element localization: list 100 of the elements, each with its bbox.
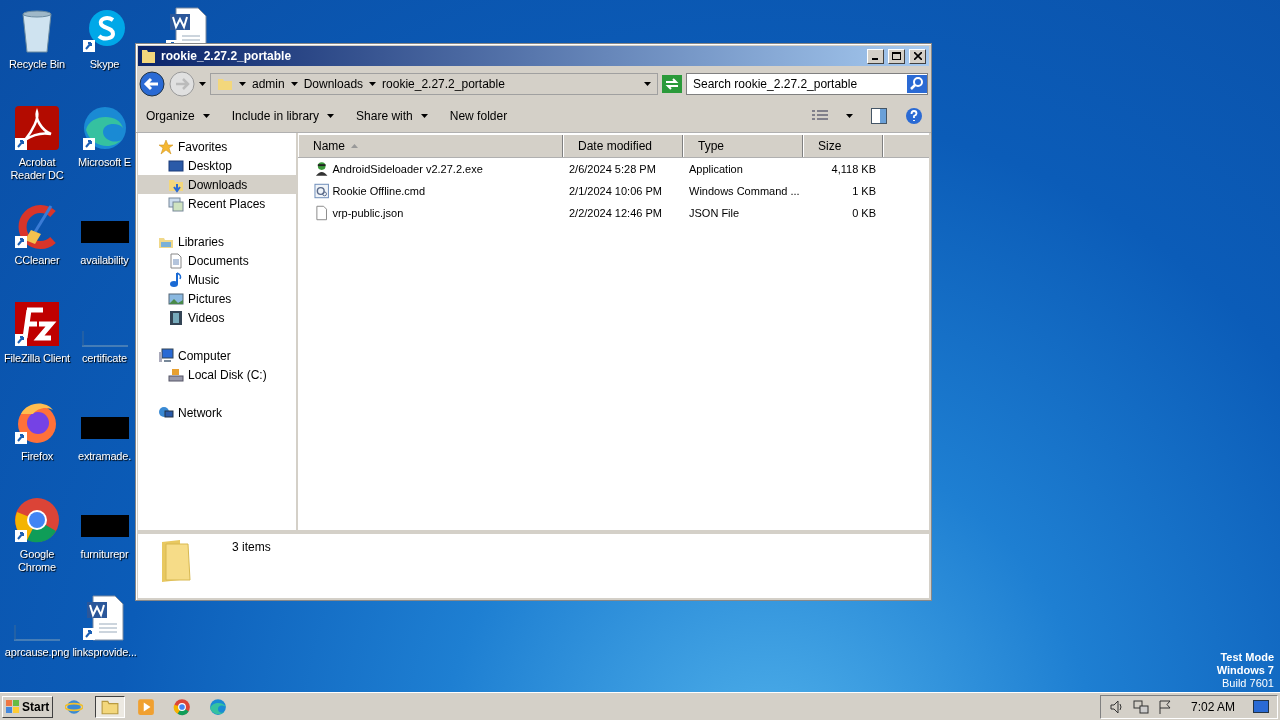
date-cell-text: 2/6/2024 5:28 PM — [568, 163, 657, 175]
desktop-icon-label[interactable]: Firefox — [20, 450, 54, 463]
column-header[interactable]: Type — [683, 135, 803, 157]
image-thumbnail — [81, 331, 128, 347]
desktop-icon — [168, 157, 184, 174]
redacted-thumbnail — [80, 221, 129, 243]
desktop-icon-label[interactable]: Acrobat Reader DC — [1, 156, 73, 182]
caret-icon — [199, 82, 206, 86]
preview-pane-icon[interactable] — [871, 108, 887, 124]
nav-item[interactable]: Downloads — [138, 175, 296, 194]
caret-icon — [846, 114, 853, 118]
item-count: 3 items — [232, 540, 271, 554]
desktop-icon-label[interactable]: aprcause.png — [4, 646, 70, 659]
nav-item[interactable]: Videos — [138, 308, 296, 327]
star-icon — [158, 138, 174, 155]
desktop-icon-label[interactable]: CCleaner — [14, 254, 60, 267]
acrobat-icon — [13, 104, 61, 152]
desktop-icon-label[interactable]: extramade. — [78, 450, 131, 463]
taskbar-app[interactable] — [95, 695, 126, 718]
desktop-icon-label[interactable]: Recycle Bin — [9, 58, 65, 71]
caret-icon — [239, 82, 246, 86]
desktop-icon-label[interactable]: FileZilla Client — [4, 352, 70, 365]
toolbar-button[interactable]: Organize — [144, 107, 212, 125]
size-cell-text: 1 KB — [851, 185, 877, 197]
desktop-icon-label[interactable]: Microsoft E — [78, 156, 131, 169]
image-thumbnail — [14, 625, 60, 641]
caret-icon — [327, 114, 335, 118]
nav-item[interactable]: Pictures — [138, 289, 296, 308]
caret-icon — [644, 82, 651, 86]
desktop-icon-label[interactable]: furniturepr — [80, 548, 129, 561]
speaker-icon[interactable] — [1108, 698, 1125, 715]
windows-logo-icon — [6, 699, 20, 714]
column-header[interactable]: Size — [803, 135, 883, 157]
nav-item[interactable]: Recent Places — [138, 194, 296, 213]
search-icon — [907, 75, 927, 93]
back-button[interactable] — [139, 71, 165, 97]
nav-item[interactable]: Computer — [138, 346, 296, 365]
flag-icon[interactable] — [1156, 698, 1173, 715]
search-field[interactable]: Search rookie_2.27.2_portable — [686, 73, 928, 95]
redacted-thumbnail — [80, 417, 129, 439]
sort-arrow-icon — [351, 144, 358, 148]
minimize-button[interactable] — [867, 48, 884, 64]
nav-item[interactable]: Music — [138, 270, 296, 289]
nav-item[interactable]: Libraries — [138, 232, 296, 251]
toolbar-button[interactable]: Include in library — [229, 107, 337, 125]
breadcrumb-item[interactable]: admin — [252, 77, 285, 91]
nav-item[interactable]: Local Disk (C:) — [138, 365, 296, 384]
breadcrumb-item[interactable]: rookie_2.27.2_portable — [382, 77, 505, 91]
address-bar[interactable]: admin Downloads rookie_2.27.2_portable — [210, 73, 658, 95]
network-icon[interactable] — [1132, 698, 1149, 715]
document-icon — [168, 252, 184, 269]
breadcrumb-item[interactable]: Downloads — [303, 77, 364, 91]
redacted-thumbnail — [80, 515, 129, 537]
toolbar-button[interactable]: Share with — [354, 107, 430, 125]
close-button[interactable] — [909, 48, 926, 64]
recent-places-icon — [168, 195, 184, 212]
window-title: rookie_2.27.2_portable — [161, 49, 293, 63]
edge-icon — [209, 697, 228, 716]
size-cell-text: 4,118 KB — [830, 163, 877, 175]
maximize-icon — [892, 52, 901, 60]
clock[interactable]: 7:02 AM — [1190, 699, 1235, 714]
file-name[interactable]: vrp-public.json — [332, 207, 563, 219]
desktop-icon-label[interactable]: Skype — [89, 58, 120, 71]
help-icon[interactable] — [905, 107, 923, 125]
size-cell-text: 0 KB — [851, 207, 877, 219]
filezilla-icon — [13, 300, 61, 348]
chrome-icon — [173, 697, 192, 716]
file-name[interactable]: Rookie Offline.cmd — [332, 185, 563, 197]
music-note-icon — [168, 271, 184, 288]
blank-file-icon — [314, 205, 330, 221]
folder-icon — [141, 48, 157, 64]
android-app-icon — [314, 161, 330, 177]
caret-icon — [369, 82, 377, 86]
desktop-icon-label[interactable]: linksprovide... — [72, 646, 137, 659]
maximize-button[interactable] — [888, 48, 905, 64]
type-cell-text: Windows Command ... — [688, 185, 801, 197]
desktop-icon-label[interactable]: availability — [80, 254, 129, 267]
toolbar-button[interactable]: New folder — [447, 107, 510, 125]
internet-explorer-icon — [65, 697, 84, 716]
show-desktop-icon[interactable] — [1253, 699, 1269, 714]
command-script-icon — [314, 183, 330, 199]
nav-item[interactable]: Desktop — [138, 156, 296, 175]
computer-icon — [158, 347, 174, 364]
chrome-icon — [13, 496, 61, 544]
film-icon — [168, 309, 184, 326]
date-cell-text: 2/1/2024 10:06 PM — [568, 185, 663, 197]
nav-item[interactable]: Documents — [138, 251, 296, 270]
os-notice-text: Windows 7 — [1216, 664, 1274, 677]
nav-item[interactable]: Network — [138, 403, 296, 422]
desktop-icon-label[interactable]: Google Chrome — [1, 548, 73, 574]
refresh-button[interactable] — [662, 75, 682, 93]
view-options-icon[interactable] — [812, 109, 828, 123]
close-icon — [913, 52, 922, 60]
desktop-icon-label[interactable]: certificate — [82, 352, 127, 365]
column-header[interactable]: Name — [298, 135, 563, 157]
file-name[interactable]: AndroidSideloader v2.27.2.exe — [332, 163, 563, 175]
nav-item[interactable]: Favorites — [138, 137, 296, 156]
column-header[interactable]: Date modified — [563, 135, 683, 157]
media-player-icon — [137, 697, 156, 716]
start-button[interactable]: Start — [2, 695, 54, 718]
